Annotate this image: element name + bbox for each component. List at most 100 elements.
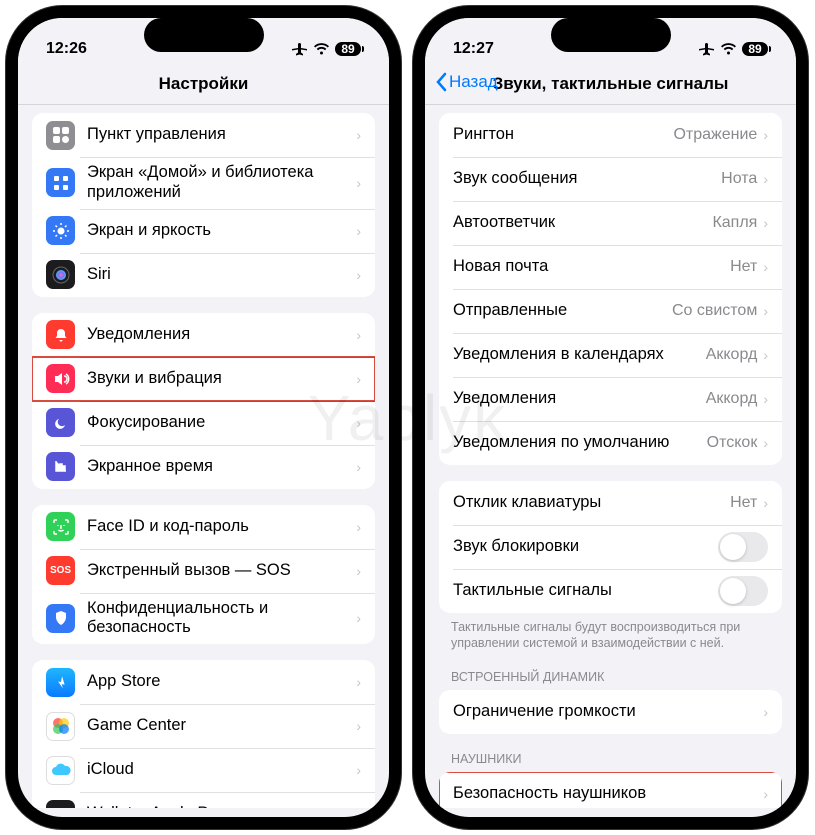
row-sent-mail[interactable]: Отправленные Со свистом › — [439, 289, 782, 333]
row-control-center[interactable]: Пункт управления › — [32, 113, 375, 157]
chevron-icon: › — [356, 459, 361, 475]
row-label: Экстренный вызов — SOS — [87, 561, 356, 581]
sounds-icon — [46, 364, 75, 393]
row-value: Отскок — [707, 434, 758, 452]
notifications-icon — [46, 320, 75, 349]
row-label: Звук сообщения — [453, 169, 721, 189]
toggle-switch[interactable] — [718, 576, 768, 606]
row-icloud[interactable]: iCloud › — [32, 748, 375, 792]
screen-time-icon — [46, 452, 75, 481]
row-label: Экран «Домой» и библиотека приложений — [87, 163, 356, 203]
control-center-icon — [46, 121, 75, 150]
sounds-list[interactable]: Рингтон Отражение › Звук сообщения Нота … — [425, 105, 796, 808]
row-label: Уведомления по умолчанию — [453, 433, 707, 453]
row-focus[interactable]: Фокусирование › — [32, 401, 375, 445]
row-notifications[interactable]: Уведомления › — [32, 313, 375, 357]
row-label: Рингтон — [453, 125, 673, 145]
row-screen-time[interactable]: Экранное время › — [32, 445, 375, 489]
brightness-icon — [46, 216, 75, 245]
sos-icon: SOS — [46, 556, 75, 585]
status-time: 12:27 — [453, 40, 494, 58]
row-game-center[interactable]: Game Center › — [32, 704, 375, 748]
dynamic-island — [144, 18, 264, 52]
settings-group-1: Пункт управления › Экран «Домой» и библи… — [32, 113, 375, 297]
chevron-icon: › — [763, 215, 768, 231]
row-face-id[interactable]: Face ID и код-пароль › — [32, 505, 375, 549]
chevron-icon: › — [356, 371, 361, 387]
row-calendar-alerts[interactable]: Уведомления в календарях Аккорд › — [439, 333, 782, 377]
row-label: iCloud — [87, 760, 356, 780]
chevron-icon: › — [356, 806, 361, 808]
row-label: Экран и яркость — [87, 221, 356, 241]
back-button[interactable]: Назад — [435, 72, 498, 92]
row-app-store[interactable]: App Store › — [32, 660, 375, 704]
row-sos[interactable]: SOS Экстренный вызов — SOS › — [32, 549, 375, 593]
row-text-tone[interactable]: Звук сообщения Нота › — [439, 157, 782, 201]
chevron-icon: › — [356, 762, 361, 778]
row-headphone-safety[interactable]: Безопасность наушников › — [439, 772, 782, 809]
row-reminder-alerts[interactable]: Уведомления Аккорд › — [439, 377, 782, 421]
row-label: App Store — [87, 672, 356, 692]
row-label: Конфиденциальность и безопасность — [87, 599, 356, 639]
row-label: Отправленные — [453, 301, 672, 321]
row-label: Siri — [87, 265, 356, 285]
toggle-switch[interactable] — [718, 532, 768, 562]
chevron-icon: › — [356, 415, 361, 431]
status-time: 12:26 — [46, 40, 87, 58]
chevron-icon: › — [763, 704, 768, 720]
chevron-icon: › — [763, 303, 768, 319]
wallet-icon — [46, 800, 75, 808]
phone-left: 12:26 89 Настройки Пункт управления › — [6, 6, 401, 829]
chevron-icon: › — [763, 495, 768, 511]
row-default-alerts[interactable]: Уведомления по умолчанию Отскок › — [439, 421, 782, 465]
group-footer: Тактильные сигналы будут воспроизводитьс… — [425, 613, 796, 652]
row-label: Отклик клавиатуры — [453, 493, 730, 513]
row-ringtone[interactable]: Рингтон Отражение › — [439, 113, 782, 157]
face-id-icon — [46, 512, 75, 541]
row-value: Нет — [730, 258, 757, 276]
row-label: Face ID и код-пароль — [87, 517, 356, 537]
row-keyboard-feedback[interactable]: Отклик клавиатуры Нет › — [439, 481, 782, 525]
row-privacy[interactable]: Конфиденциальность и безопасность › — [32, 593, 375, 645]
chevron-icon: › — [356, 563, 361, 579]
chevron-icon: › — [356, 327, 361, 343]
battery-indicator: 89 — [742, 42, 768, 56]
row-home-screen[interactable]: Экран «Домой» и библиотека приложений › — [32, 157, 375, 209]
row-lock-sound[interactable]: Звук блокировки — [439, 525, 782, 569]
row-wallet[interactable]: Wallet и Apple Pay › — [32, 792, 375, 808]
airplane-icon — [292, 41, 308, 57]
airplane-icon — [699, 41, 715, 57]
sounds-group-3: Ограничение громкости › — [439, 690, 782, 734]
chevron-icon: › — [356, 610, 361, 626]
chevron-icon: › — [356, 519, 361, 535]
row-sounds-haptics[interactable]: Звуки и вибрация › — [32, 357, 375, 401]
row-label: Новая почта — [453, 257, 730, 277]
row-value: Аккорд — [706, 346, 758, 364]
sounds-group-2: Отклик клавиатуры Нет › Звук блокировки … — [439, 481, 782, 613]
settings-list[interactable]: Пункт управления › Экран «Домой» и библи… — [18, 105, 389, 808]
chevron-icon: › — [763, 391, 768, 407]
row-value: Нота — [721, 170, 757, 188]
chevron-icon: › — [763, 347, 768, 363]
row-voicemail[interactable]: Автоответчик Капля › — [439, 201, 782, 245]
wifi-icon — [313, 43, 330, 55]
row-label: Уведомления в календарях — [453, 345, 706, 365]
row-label: Безопасность наушников — [453, 784, 763, 804]
row-value: Нет — [730, 494, 757, 512]
row-label: Звук блокировки — [453, 537, 718, 557]
row-volume-limit[interactable]: Ограничение громкости › — [439, 690, 782, 734]
row-new-mail[interactable]: Новая почта Нет › — [439, 245, 782, 289]
row-label: Wallet и Apple Pay — [87, 804, 356, 808]
page-title: Настройки — [32, 74, 375, 94]
row-system-haptics[interactable]: Тактильные сигналы — [439, 569, 782, 613]
row-display-brightness[interactable]: Экран и яркость › — [32, 209, 375, 253]
row-value: Отражение — [673, 126, 757, 144]
row-label: Автоответчик — [453, 213, 712, 233]
row-label: Ограничение громкости — [453, 702, 763, 722]
siri-icon — [46, 260, 75, 289]
status-icons: 89 — [292, 41, 361, 57]
chevron-icon: › — [763, 127, 768, 143]
row-value: Капля — [712, 214, 757, 232]
row-siri[interactable]: Siri › — [32, 253, 375, 297]
nav-bar: Назад Звуки, тактильные сигналы — [425, 68, 796, 105]
